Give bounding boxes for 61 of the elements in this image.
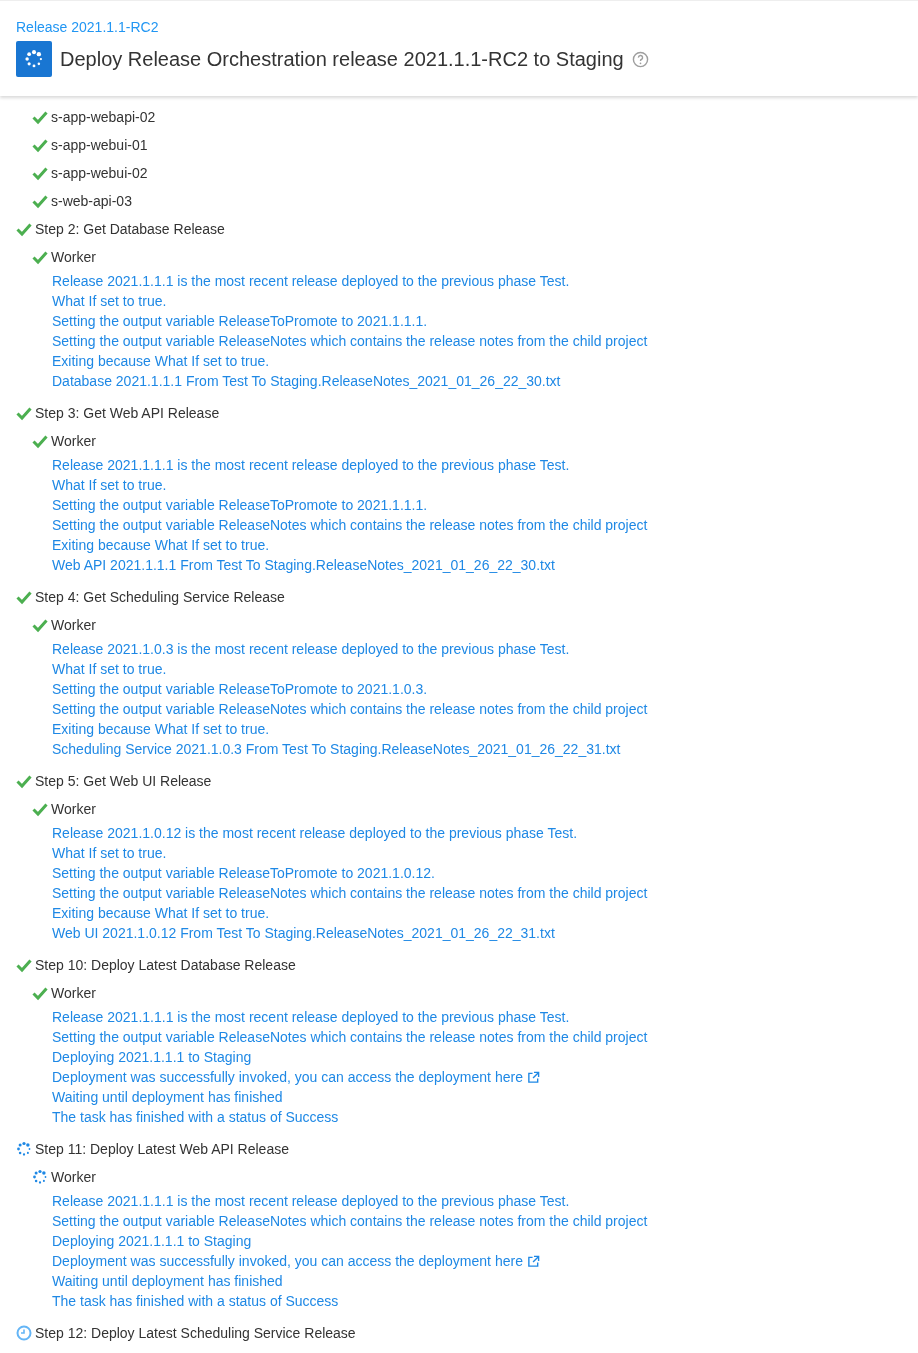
- spinner-icon: [16, 41, 52, 77]
- log-line: Setting the output variable ReleaseNotes which contains the release notes from the child project: [52, 1029, 648, 1045]
- external-link-icon[interactable]: [526, 1254, 540, 1268]
- log-line: Setting the output variable ReleaseToPromote to 2021.1.0.3.: [52, 681, 428, 697]
- log-line: What If set to true.: [52, 477, 167, 493]
- log-line: Setting the output variable ReleaseNotes which contains the release notes from the child project: [52, 333, 648, 349]
- page-title: Deploy Release Orchestration release 2021.1.1-RC2 to Staging: [60, 47, 624, 71]
- log-line: Release 2021.1.0.12 is the most recent release deployed to the previous phase Test.: [52, 825, 578, 841]
- log-line: Release 2021.1.0.3 is the most recent release deployed to the previous phase Test.: [52, 641, 570, 657]
- log-line: What If set to true.: [52, 293, 167, 309]
- log-line: Exiting because What If set to true.: [52, 353, 270, 369]
- log-line: Setting the output variable ReleaseToPromote to 2021.1.1.1.: [52, 497, 428, 513]
- log-line: Setting the output variable ReleaseNotes which contains the release notes from the child project: [52, 885, 648, 901]
- external-link-icon[interactable]: [526, 1070, 540, 1084]
- help-icon[interactable]: [631, 50, 649, 68]
- worker-label: Worker: [51, 616, 96, 634]
- log-line: Setting the output variable ReleaseToPromote to 2021.1.0.12.: [52, 865, 435, 881]
- step-title: Step 5: Get Web UI Release: [35, 772, 212, 790]
- log-line: Deployment was successfully invoked, you can access the deployment: [52, 1253, 491, 1269]
- log-line: Setting the output variable ReleaseToPromote to 2021.1.1.1.: [52, 313, 428, 329]
- log-line: Release 2021.1.1.1 is the most recent release deployed to the previous phase Test.: [52, 1193, 570, 1209]
- step-title: Step 10: Deploy Latest Database Release: [35, 956, 296, 974]
- log-line: Deploying 2021.1.1.1 to Staging: [52, 1233, 252, 1249]
- step-title: Step 12: Deploy Latest Scheduling Service Release: [35, 1324, 356, 1342]
- worker-label: Worker: [51, 248, 96, 266]
- log-line: The task has finished with a status of Success: [52, 1109, 339, 1125]
- deployment-link[interactable]: here: [494, 1253, 523, 1269]
- step-title: Step 4: Get Scheduling Service Release: [35, 588, 285, 606]
- log-line: Release 2021.1.1.1 is the most recent release deployed to the previous phase Test.: [52, 457, 570, 473]
- server-name: s-app-webui-02: [51, 164, 148, 182]
- log-line: Waiting until deployment has finished: [52, 1273, 283, 1289]
- step-title: Step 2: Get Database Release: [35, 220, 225, 238]
- log-line: Release 2021.1.1.1 is the most recent release deployed to the previous phase Test.: [52, 273, 570, 289]
- server-name: s-web-api-03: [51, 192, 132, 210]
- log-line: Web UI 2021.1.0.12 From Test To Staging.ReleaseNotes_2021_01_26_22_31.txt: [52, 925, 555, 941]
- log-line: Waiting until deployment has finished: [52, 1089, 283, 1105]
- log-line: Web API 2021.1.1.1 From Test To Staging.ReleaseNotes_2021_01_26_22_30.txt: [52, 557, 555, 573]
- deployment-link[interactable]: here: [494, 1069, 523, 1085]
- log-line: Exiting because What If set to true.: [52, 905, 270, 921]
- log-line: Deploying 2021.1.1.1 to Staging: [52, 1049, 252, 1065]
- worker-label: Worker: [51, 800, 96, 818]
- log-line: Exiting because What If set to true.: [52, 537, 270, 553]
- log-line: Scheduling Service 2021.1.0.3 From Test To Staging.ReleaseNotes_2021_01_26_22_31.txt: [52, 741, 621, 757]
- worker-label: Worker: [51, 984, 96, 1002]
- log-line: Deployment was successfully invoked, you can access the deployment: [52, 1069, 491, 1085]
- log-line: The task has finished with a status of Success: [52, 1293, 339, 1309]
- step-title: Step 11: Deploy Latest Web API Release: [35, 1140, 289, 1158]
- log-line: Setting the output variable ReleaseNotes which contains the release notes from the child project: [52, 517, 648, 533]
- log-line: Database 2021.1.1.1 From Test To Staging.ReleaseNotes_2021_01_26_22_30.txt: [52, 373, 561, 389]
- breadcrumb-link[interactable]: Release 2021.1.1-RC2: [16, 19, 159, 36]
- log-line: Setting the output variable ReleaseNotes which contains the release notes from the child project: [52, 701, 648, 717]
- server-name: s-app-webapi-02: [51, 108, 156, 126]
- worker-label: Worker: [51, 432, 96, 450]
- log-line: Setting the output variable ReleaseNotes which contains the release notes from the child project: [52, 1213, 648, 1229]
- server-name: s-app-webui-01: [51, 136, 148, 154]
- log-line: What If set to true.: [52, 661, 167, 677]
- worker-label: Worker: [51, 1168, 96, 1186]
- log-line: Exiting because What If set to true.: [52, 721, 270, 737]
- log-line: Release 2021.1.1.1 is the most recent release deployed to the previous phase Test.: [52, 1009, 570, 1025]
- log-line: What If set to true.: [52, 845, 167, 861]
- step-title: Step 3: Get Web API Release: [35, 404, 220, 422]
